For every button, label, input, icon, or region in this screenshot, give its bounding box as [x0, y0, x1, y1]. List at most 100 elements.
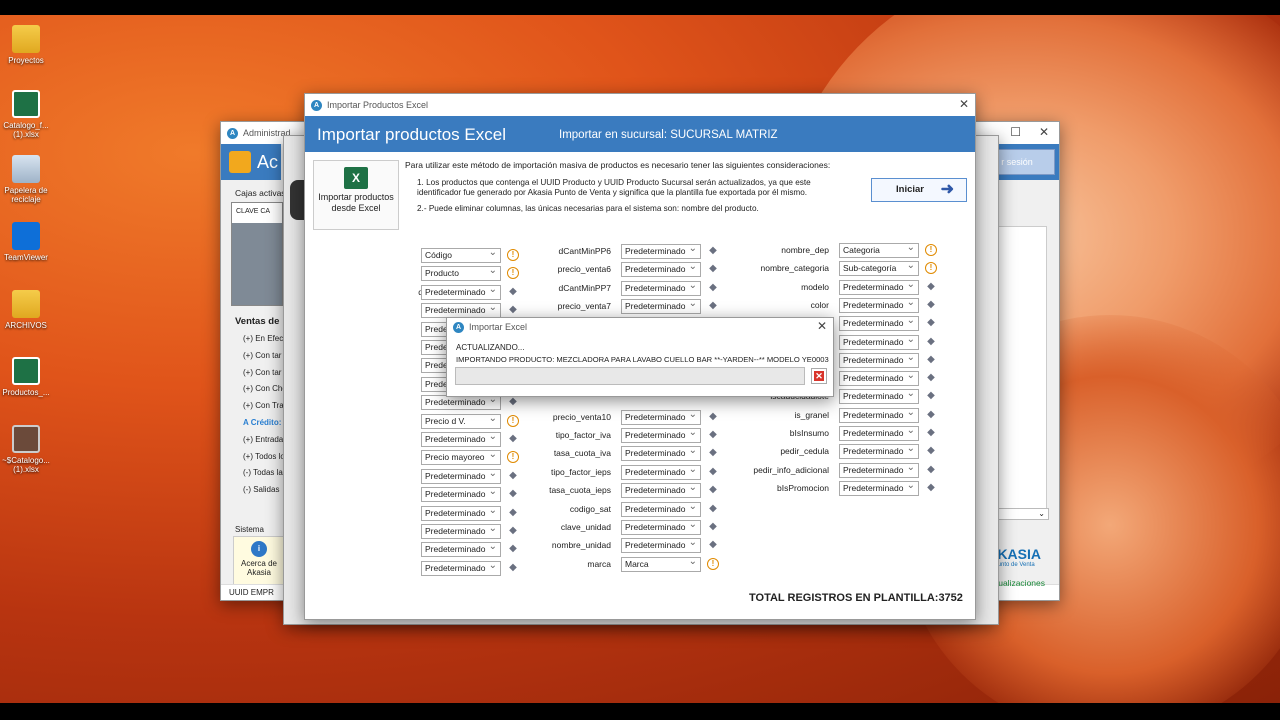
mapping-select[interactable]: Predeterminado [621, 299, 701, 315]
mapping-select[interactable]: Predeterminado [421, 395, 501, 411]
desktop-icon[interactable]: TeamViewer [0, 222, 52, 262]
mapping-select[interactable]: Predeterminado [621, 446, 701, 462]
eraser-icon[interactable]: ◆ [507, 507, 519, 519]
close-button[interactable]: ✕ [1039, 125, 1049, 139]
note-2: 2.- Puede eliminar columnas, las únicas … [417, 204, 759, 213]
mapping-select[interactable]: Predeterminado [421, 303, 501, 319]
mapping-select[interactable]: Predeterminado [421, 542, 501, 558]
actualizaciones-link[interactable]: ualizaciones [998, 578, 1045, 588]
mapping-select[interactable]: Predeterminado [839, 279, 919, 295]
eraser-icon[interactable]: ◆ [707, 429, 719, 441]
eraser-icon[interactable]: ◆ [925, 427, 937, 439]
mapping-select[interactable]: Precio d V. [421, 413, 501, 429]
desktop-icon[interactable]: Catalogo_f... (1).xlsx [0, 90, 52, 139]
mapping-select[interactable]: Predeterminado [621, 244, 701, 259]
mapping-select[interactable]: Código [421, 248, 501, 263]
mapping-select[interactable]: Predeterminado [621, 538, 701, 554]
eraser-icon[interactable]: ◆ [925, 372, 937, 384]
import-titlebar[interactable]: A Importar Productos Excel ✕ [305, 94, 975, 116]
dialog-message: IMPORTANDO PRODUCTO: MEZCLADORA PARA LAV… [456, 355, 829, 364]
eraser-icon[interactable]: ◆ [925, 464, 937, 476]
acerca-button[interactable]: i Acerca de Akasia [233, 536, 285, 586]
mapping-select[interactable]: Predeterminado [421, 487, 501, 503]
desktop-icon[interactable]: Productos_... [0, 357, 52, 397]
mapping-select[interactable]: Predeterminado [839, 426, 919, 441]
mapping-select[interactable]: Predeterminado [839, 389, 919, 405]
desktop-icon[interactable]: ~$Catalogo... (1).xlsx [0, 425, 52, 474]
eraser-icon[interactable]: ◆ [925, 445, 937, 457]
eraser-icon[interactable]: ◆ [925, 317, 937, 329]
eraser-icon[interactable]: ◆ [707, 282, 719, 294]
mapping-select[interactable]: Predeterminado [621, 520, 701, 535]
warning-icon: ! [507, 414, 519, 427]
eraser-icon[interactable]: ◆ [707, 263, 719, 275]
eraser-icon[interactable]: ◆ [507, 304, 519, 316]
mapping-select[interactable]: Predeterminado [421, 284, 501, 300]
eraser-icon[interactable]: ◆ [507, 286, 519, 298]
desktop-icon[interactable]: Papelera de reciclaje [0, 155, 52, 204]
mapping-select[interactable]: Predeterminado [839, 297, 919, 313]
eraser-icon[interactable]: ◆ [925, 482, 937, 494]
close-button[interactable]: ✕ [959, 97, 969, 111]
acerca-label: Acerca de Akasia [240, 559, 278, 577]
mapping-select[interactable]: Predeterminado [421, 432, 501, 447]
mapping-select[interactable]: Predeterminado [839, 462, 919, 478]
ventas-item: (-) Salidas [243, 485, 280, 495]
eraser-icon[interactable]: ◆ [707, 300, 719, 312]
start-button[interactable]: Iniciar ➜ [871, 178, 967, 202]
mapping-select[interactable]: Predeterminado [421, 468, 501, 484]
eraser-icon[interactable]: ◆ [507, 396, 519, 408]
eraser-icon[interactable]: ◆ [507, 433, 519, 445]
eraser-icon[interactable]: ◆ [925, 409, 937, 421]
mapping-select[interactable]: Predeterminado [839, 352, 919, 368]
desktop-icon[interactable]: Proyectos [0, 25, 52, 65]
mapping-select[interactable]: Predeterminado [421, 505, 501, 521]
mapping-select[interactable]: Predeterminado [839, 316, 919, 332]
eraser-icon[interactable]: ◆ [925, 336, 937, 348]
mapping-select[interactable]: Marca [621, 556, 701, 572]
mapping-select[interactable]: Predeterminado [621, 428, 701, 443]
eraser-icon[interactable]: ◆ [507, 543, 519, 555]
desktop-icon[interactable]: ARCHIVOS [0, 290, 52, 330]
eraser-icon[interactable]: ◆ [707, 539, 719, 551]
eraser-icon[interactable]: ◆ [707, 521, 719, 533]
mapping-select[interactable]: Predeterminado [621, 262, 701, 278]
eraser-icon[interactable]: ◆ [925, 390, 937, 402]
maximize-button[interactable]: ☐ [1010, 125, 1021, 139]
mapping-select[interactable]: Predeterminado [621, 280, 701, 296]
eraser-icon[interactable]: ◆ [925, 354, 937, 366]
close-button[interactable]: ✕ [817, 319, 827, 333]
eraser-icon[interactable]: ◆ [707, 411, 719, 423]
eraser-icon[interactable]: ◆ [507, 470, 519, 482]
eraser-icon[interactable]: ◆ [707, 245, 719, 257]
cancel-button[interactable]: ✕ [811, 368, 827, 384]
mapping-select[interactable]: Predeterminado [621, 501, 701, 517]
mapping-select[interactable]: Predeterminado [839, 480, 919, 496]
eraser-icon[interactable]: ◆ [925, 299, 937, 311]
mapping-select[interactable]: Producto [421, 266, 501, 282]
mapping-select[interactable]: Precio mayoreo [421, 450, 501, 466]
eraser-icon[interactable]: ◆ [707, 447, 719, 459]
mapping-select[interactable]: Predeterminado [421, 560, 501, 576]
mapping-select[interactable]: Sub-categoría [839, 261, 919, 277]
eraser-icon[interactable]: ◆ [707, 466, 719, 478]
eraser-icon[interactable]: ◆ [507, 488, 519, 500]
eraser-icon[interactable]: ◆ [507, 562, 519, 574]
mapping-select[interactable]: Predeterminado [421, 524, 501, 539]
mapping-select[interactable]: Predeterminado [839, 371, 919, 387]
eraser-icon[interactable]: ◆ [707, 484, 719, 496]
mapping-select[interactable]: Predeterminado [839, 444, 919, 460]
mapping-select[interactable]: Predeterminado [621, 464, 701, 480]
import-dialog[interactable]: A Importar Excel ✕ ACTUALIZANDO... IMPOR… [446, 317, 834, 397]
mapping-select[interactable]: Categoria [839, 243, 919, 258]
dialog-titlebar[interactable]: A Importar Excel ✕ [447, 318, 833, 336]
desktop-icon-label: TeamViewer [4, 253, 48, 262]
mapping-select[interactable]: Predeterminado [839, 334, 919, 350]
mapping-select[interactable]: Predeterminado [621, 483, 701, 499]
mapping-select[interactable]: Predeterminado [621, 409, 701, 425]
eraser-icon[interactable]: ◆ [707, 503, 719, 515]
mapping-select[interactable]: Predeterminado [839, 407, 919, 423]
eraser-icon[interactable]: ◆ [925, 281, 937, 293]
import-excel-button[interactable]: X Importar productos desde Excel [313, 160, 399, 230]
eraser-icon[interactable]: ◆ [507, 525, 519, 537]
